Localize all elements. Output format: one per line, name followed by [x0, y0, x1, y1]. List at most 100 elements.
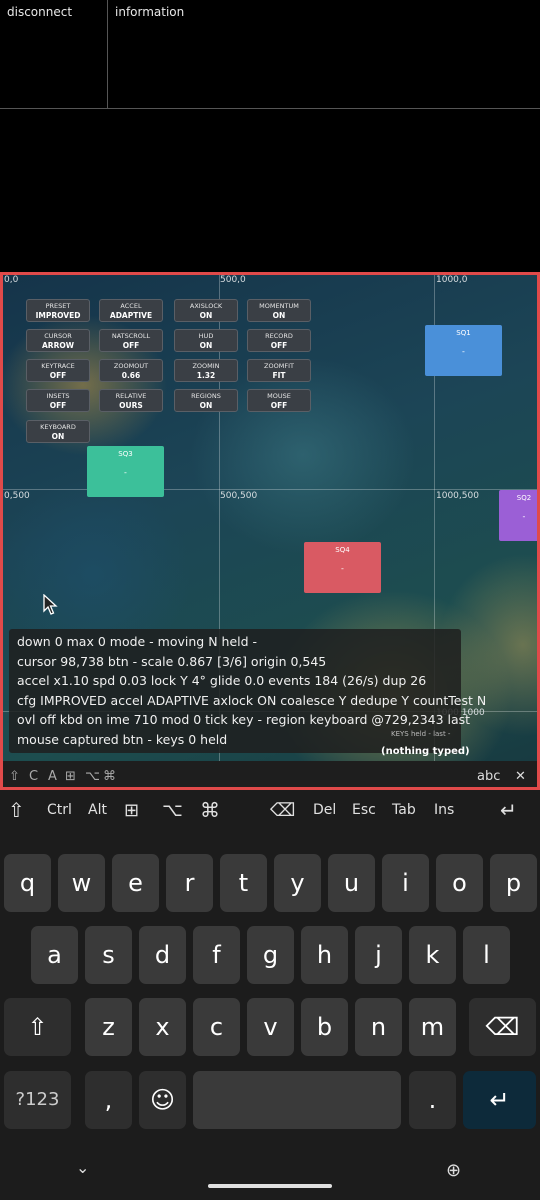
cursor-button[interactable]: CURSOR ARROW	[26, 329, 90, 352]
button-value: OFF	[122, 341, 140, 350]
key-h[interactable]: h	[301, 926, 348, 984]
alt-icon[interactable]: A	[48, 769, 57, 784]
button-value: IMPROVED	[35, 311, 81, 320]
key-g[interactable]: g	[247, 926, 294, 984]
key-s[interactable]: s	[85, 926, 132, 984]
button-value: OFF	[49, 371, 67, 380]
comma-key[interactable]: ,	[85, 1071, 132, 1129]
key-d[interactable]: d	[139, 926, 186, 984]
key-b[interactable]: b	[301, 998, 348, 1056]
button-label: ACCEL	[120, 302, 142, 310]
key-c[interactable]: c	[193, 998, 240, 1056]
insets-button[interactable]: INSETS OFF	[26, 389, 90, 412]
square-sq3[interactable]: SQ3 -	[87, 446, 164, 497]
del-key[interactable]: Del	[313, 802, 336, 818]
button-value: OFF	[270, 401, 288, 410]
period-key[interactable]: .	[409, 1071, 456, 1129]
backspace-icon[interactable]: ⌫	[270, 800, 295, 821]
key-y[interactable]: y	[274, 854, 321, 912]
key-u[interactable]: u	[328, 854, 375, 912]
option-icon[interactable]: ⌥	[85, 769, 100, 784]
hud-button[interactable]: HUD ON	[174, 329, 238, 352]
key-r[interactable]: r	[166, 854, 213, 912]
shift-icon[interactable]: ⇧	[9, 769, 20, 784]
key-m[interactable]: m	[409, 998, 456, 1056]
square-sq2[interactable]: SQ2 -	[499, 490, 537, 541]
key-w[interactable]: w	[58, 854, 105, 912]
shift-icon[interactable]: ⇧	[8, 798, 25, 822]
tab-key[interactable]: Tab	[392, 802, 416, 818]
natscroll-button[interactable]: NATSCROLL OFF	[99, 329, 163, 352]
globe-icon[interactable]: ⊕	[446, 1160, 461, 1181]
square-value: -	[462, 347, 465, 356]
ctrl-icon[interactable]: C	[29, 769, 38, 784]
key-n[interactable]: n	[355, 998, 402, 1056]
key-e[interactable]: e	[112, 854, 159, 912]
keyboard-button[interactable]: KEYBOARD ON	[26, 420, 90, 443]
button-value: OFF	[49, 401, 67, 410]
zoomin-button[interactable]: ZOOMIN 1.32	[174, 359, 238, 382]
windows-icon[interactable]: ⊞	[65, 769, 76, 784]
key-j[interactable]: j	[355, 926, 402, 984]
esc-key[interactable]: Esc	[352, 802, 376, 818]
button-label: MOMENTUM	[259, 302, 299, 310]
symbols-key[interactable]: ?123	[4, 1071, 71, 1129]
command-icon[interactable]: ⌘	[200, 798, 220, 822]
backspace-key[interactable]: ⌫	[469, 998, 536, 1056]
zoomfit-button[interactable]: ZOOMFIT FIT	[247, 359, 311, 382]
remote-canvas[interactable]: 0,0 500,0 1000,0 0,500 500,500 1000,500 …	[0, 272, 540, 790]
windows-icon[interactable]: ⊞	[124, 800, 139, 821]
key-l[interactable]: l	[463, 926, 510, 984]
coord-label: 1000,500	[436, 491, 479, 501]
status-line: cfg IMPROVED accel ADAPTIVE axlock ON co…	[17, 692, 487, 708]
alt-key[interactable]: Alt	[88, 802, 107, 818]
momentum-button[interactable]: MOMENTUM ON	[247, 299, 311, 322]
button-value: ON	[51, 432, 65, 441]
axislock-button[interactable]: AXISLOCK ON	[174, 299, 238, 322]
button-label: PRESET	[45, 302, 71, 310]
modifier-bar: ⇧ C A ⊞ ⌥ ⌘ abc ✕	[3, 761, 537, 787]
key-a[interactable]: a	[31, 926, 78, 984]
coord-label: 1000,0	[436, 275, 468, 285]
key-f[interactable]: f	[193, 926, 240, 984]
key-v[interactable]: v	[247, 998, 294, 1056]
space-key[interactable]	[193, 1071, 401, 1129]
zoomout-button[interactable]: ZOOMOUT 0.66	[99, 359, 163, 382]
home-indicator[interactable]	[208, 1184, 332, 1188]
close-icon[interactable]: ✕	[515, 769, 526, 784]
key-k[interactable]: k	[409, 926, 456, 984]
key-o[interactable]: o	[436, 854, 483, 912]
key-q[interactable]: q	[4, 854, 51, 912]
keytrace-button[interactable]: KEYTRACE OFF	[26, 359, 90, 382]
shift-key[interactable]: ⇧	[4, 998, 71, 1056]
emoji-key[interactable]: ☺	[139, 1071, 186, 1129]
key-t[interactable]: t	[220, 854, 267, 912]
button-value: 1.32	[196, 371, 216, 380]
information-button[interactable]: information	[108, 0, 540, 109]
option-icon[interactable]: ⌥	[162, 800, 183, 821]
key-i[interactable]: i	[382, 854, 429, 912]
mouse-button[interactable]: MOUSE OFF	[247, 389, 311, 412]
abc-toggle[interactable]: abc	[477, 769, 500, 784]
emoji-icon: ☺	[149, 1086, 176, 1114]
record-button[interactable]: RECORD OFF	[247, 329, 311, 352]
relative-button[interactable]: RELATIVE OURS	[99, 389, 163, 412]
regions-button[interactable]: REGIONS ON	[174, 389, 238, 412]
square-label: SQ4	[335, 546, 350, 554]
enter-key[interactable]: ↵	[463, 1071, 536, 1129]
button-value: ON	[199, 401, 213, 410]
button-value: OURS	[119, 401, 143, 410]
key-z[interactable]: z	[85, 998, 132, 1056]
preset-button[interactable]: PRESET IMPROVED	[26, 299, 90, 322]
chevron-down-icon[interactable]: ⌄	[76, 1158, 89, 1177]
square-sq4[interactable]: SQ4 -	[304, 542, 381, 593]
accel-button[interactable]: ACCEL ADAPTIVE	[99, 299, 163, 322]
key-p[interactable]: p	[490, 854, 537, 912]
square-sq1[interactable]: SQ1 -	[425, 325, 502, 376]
ctrl-key[interactable]: Ctrl	[47, 802, 72, 818]
key-x[interactable]: x	[139, 998, 186, 1056]
enter-icon[interactable]: ↵	[500, 798, 517, 822]
command-icon[interactable]: ⌘	[103, 769, 116, 784]
disconnect-button[interactable]: disconnect	[0, 0, 108, 109]
ins-key[interactable]: Ins	[434, 802, 454, 818]
